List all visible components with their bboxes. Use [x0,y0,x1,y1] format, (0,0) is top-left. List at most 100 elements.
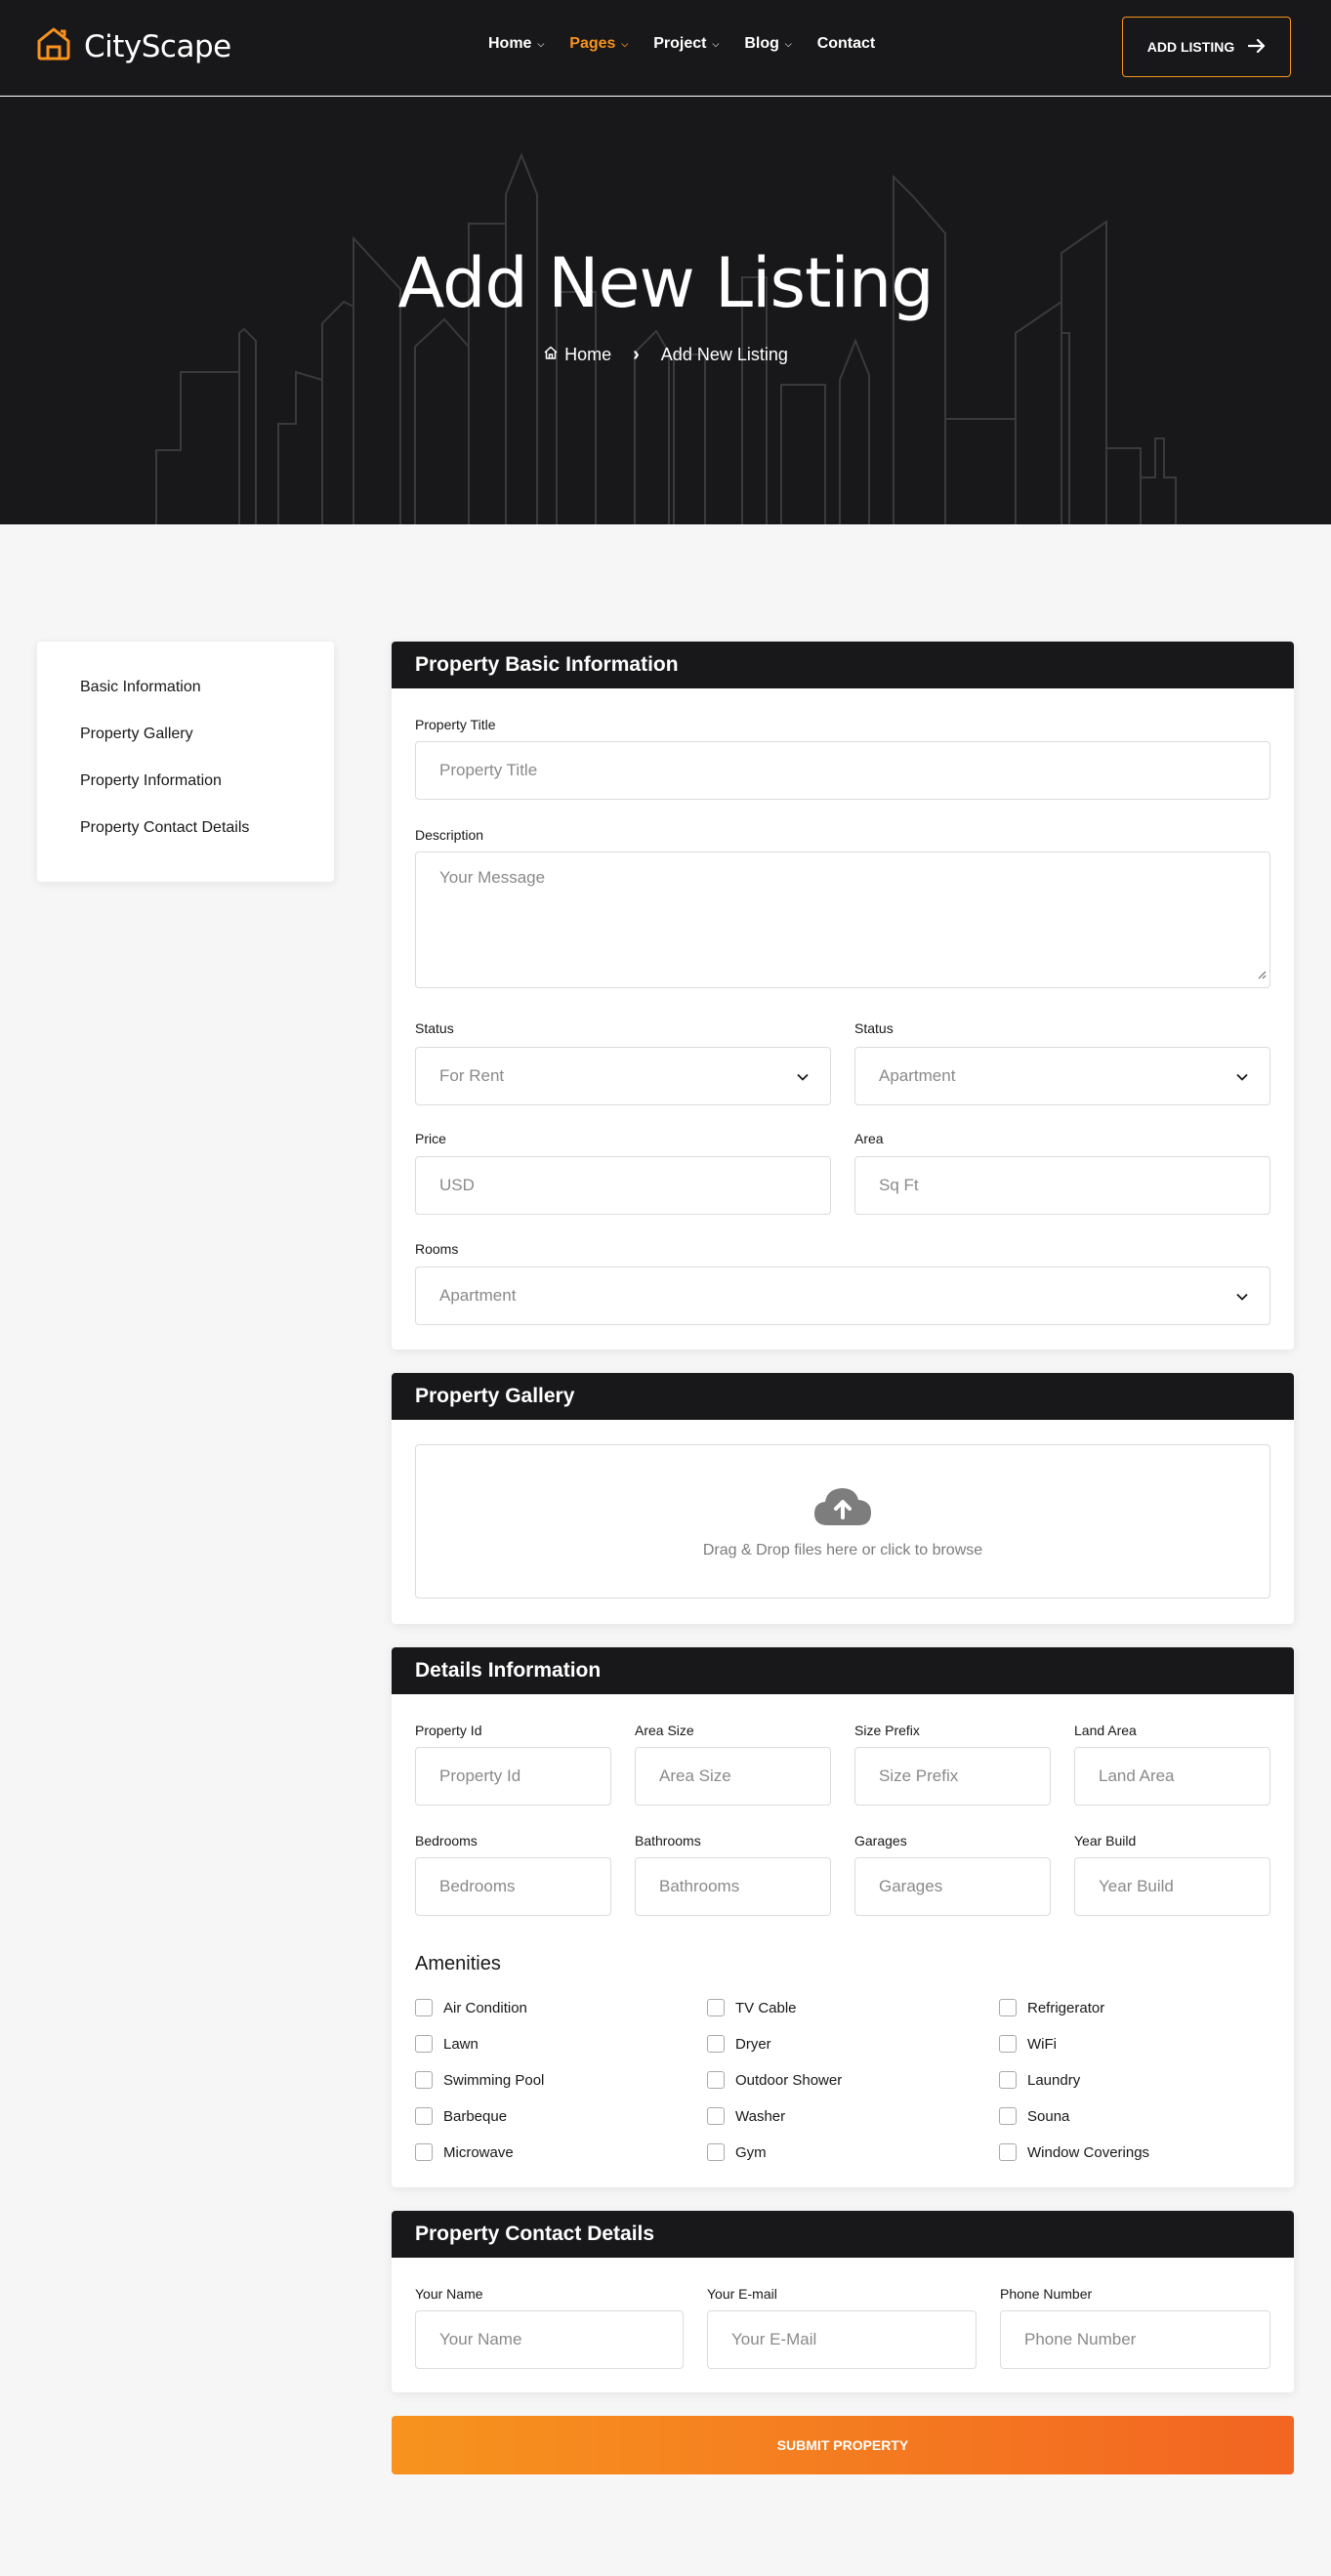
area-input[interactable]: Sq Ft [854,1156,1270,1215]
amenity-label: Washer [735,2107,786,2125]
nav-pages-label: Pages [569,35,616,52]
bedrooms-placeholder: Bedrooms [439,1877,516,1895]
checkbox[interactable] [707,2071,725,2089]
checkbox[interactable] [707,2107,725,2125]
nav-home-label: Home [488,35,532,52]
amenity-checkbox[interactable]: Gym [707,2143,767,2161]
size-prefix-input[interactable]: Size Prefix [854,1747,1051,1806]
amenity-checkbox[interactable]: TV Cable [707,1999,797,2016]
land-area-input[interactable]: Land Area [1074,1747,1270,1806]
logo[interactable]: CityScape [35,25,231,67]
your-email-label: Your E-mail [707,2286,777,2302]
chevron-down-icon: ⌵ [784,38,792,49]
bathrooms-placeholder: Bathrooms [659,1877,740,1895]
amenity-label: Outdoor Shower [735,2071,843,2089]
checkbox[interactable] [999,1999,1017,2016]
amenity-checkbox[interactable]: Swimming Pool [415,2071,544,2089]
bedrooms-label: Bedrooms [415,1833,478,1849]
card-heading: Property Contact Details [392,2211,1294,2258]
checkbox[interactable] [415,2035,433,2053]
amenity-checkbox[interactable]: WiFi [999,2035,1057,2053]
property-id-label: Property Id [415,1723,482,1738]
property-title-input[interactable]: Property Title [415,741,1270,800]
amenity-label: Barbeque [443,2107,508,2125]
submit-property-button[interactable]: SUBMIT PROPERTY [392,2416,1294,2474]
area-size-placeholder: Area Size [659,1766,731,1785]
status-type-select[interactable]: Apartment [854,1047,1270,1105]
add-listing-label: ADD LISTING [1146,39,1235,55]
amenity-checkbox[interactable]: Dryer [707,2035,771,2053]
rooms-select-value: Apartment [439,1286,517,1305]
amenity-checkbox[interactable]: Outdoor Shower [707,2071,842,2089]
price-input[interactable]: USD [415,1156,831,1215]
checkbox[interactable] [707,2035,725,2053]
breadcrumb-current: Add New Listing [660,345,788,364]
checkbox[interactable] [999,2107,1017,2125]
nav-home[interactable]: Home ⌵ [488,35,544,53]
checkbox[interactable] [415,2143,433,2161]
page-title: Add New Listing [397,243,934,323]
amenity-checkbox[interactable]: Barbeque [415,2107,507,2125]
top-navbar: CityScape Home ⌵ Pages ⌵ Project ⌵ Blog ⌵ Co… [0,0,1331,96]
description-label: Description [415,827,484,843]
your-name-input[interactable]: Your Name [415,2310,684,2369]
amenity-checkbox[interactable]: Laundry [999,2071,1080,2089]
amenity-checkbox[interactable]: Washer [707,2107,785,2125]
resize-handle-icon[interactable] [1257,965,1267,984]
contact-details-card: Property Contact Details Your Name Your … [392,2211,1294,2392]
area-size-label: Area Size [635,1723,694,1738]
description-textarea[interactable]: Your Message [415,852,1270,988]
phone-number-placeholder: Phone Number [1024,2330,1137,2348]
price-label: Price [415,1131,446,1146]
amenity-checkbox[interactable]: Window Coverings [999,2143,1149,2161]
bedrooms-input[interactable]: Bedrooms [415,1857,611,1916]
amenity-checkbox[interactable]: Lawn [415,2035,478,2053]
year-build-input[interactable]: Year Build [1074,1857,1270,1916]
status-select[interactable]: For Rent [415,1047,831,1105]
phone-number-input[interactable]: Phone Number [1000,2310,1270,2369]
checkbox[interactable] [415,2107,433,2125]
nav-pages[interactable]: Pages ⌵ [569,35,628,53]
checkbox[interactable] [707,2143,725,2161]
details-information-card: Details Information Property Id Property… [392,1647,1294,2187]
checkbox[interactable] [999,2143,1017,2161]
add-listing-button[interactable]: ADD LISTING [1122,17,1291,77]
your-email-input[interactable]: Your E-Mail [707,2310,977,2369]
nav-project-label: Project [653,35,707,52]
chevron-down-icon: ⌵ [621,38,629,49]
main-nav: Home ⌵ Pages ⌵ Project ⌵ Blog ⌵ Contact [488,35,875,53]
file-dropzone[interactable]: Drag & Drop files here or click to brows… [415,1444,1270,1599]
nav-blog-label: Blog [744,35,779,52]
size-prefix-label: Size Prefix [854,1723,920,1738]
amenity-checkbox[interactable]: Souna [999,2107,1069,2125]
checkbox[interactable] [415,2071,433,2089]
your-email-placeholder: Your E-Mail [731,2330,817,2348]
amenity-label: Refrigerator [1027,1999,1105,2016]
checkbox[interactable] [415,1999,433,2016]
breadcrumb-home[interactable]: Home [543,345,611,365]
nav-project[interactable]: Project ⌵ [653,35,719,53]
area-size-input[interactable]: Area Size [635,1747,831,1806]
amenity-checkbox[interactable]: Air Condition [415,1999,527,2016]
checkbox[interactable] [999,2071,1017,2089]
amenity-label: TV Cable [735,1999,797,2016]
sidebar-item-property-information[interactable]: Property Information [80,772,334,819]
amenity-label: Window Coverings [1027,2143,1150,2161]
chevron-down-icon: ⌵ [537,38,545,49]
sidebar-item-basic-information[interactable]: Basic Information [80,679,334,726]
property-id-input[interactable]: Property Id [415,1747,611,1806]
amenity-checkbox[interactable]: Microwave [415,2143,514,2161]
rooms-select[interactable]: Apartment [415,1267,1270,1325]
checkbox[interactable] [999,2035,1017,2053]
basic-information-card: Property Basic Information Property Titl… [392,642,1294,1350]
nav-contact[interactable]: Contact [817,35,876,53]
garages-input[interactable]: Garages [854,1857,1051,1916]
card-heading: Property Gallery [392,1373,1294,1420]
chevron-down-icon [797,1066,809,1086]
bathrooms-input[interactable]: Bathrooms [635,1857,831,1916]
sidebar-item-property-gallery[interactable]: Property Gallery [80,726,334,772]
amenity-checkbox[interactable]: Refrigerator [999,1999,1104,2016]
sidebar-item-property-contact-details[interactable]: Property Contact Details [80,819,334,866]
checkbox[interactable] [707,1999,725,2016]
nav-blog[interactable]: Blog ⌵ [744,35,791,53]
